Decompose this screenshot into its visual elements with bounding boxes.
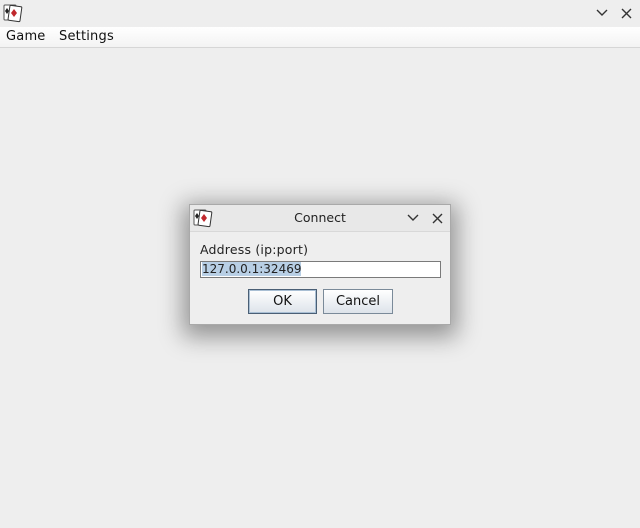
address-input[interactable]: 127.0.0.1:32469 [200,261,441,278]
menubar: Game Settings [0,27,640,48]
ok-button[interactable]: OK [248,289,317,314]
cancel-button[interactable]: Cancel [323,289,393,314]
close-button[interactable] [617,4,635,22]
chevron-down-icon [407,214,419,221]
close-icon [432,213,442,223]
chevron-down-icon [596,9,608,16]
dialog-close-button[interactable] [428,209,446,227]
address-input-value: 127.0.0.1:32469 [202,262,302,276]
menu-game[interactable]: Game [6,29,46,45]
dialog-titlebar[interactable]: Connect [190,205,450,232]
close-icon [621,8,631,18]
app-icon [3,3,23,23]
dialog-minimize-button[interactable] [404,209,422,227]
main-window: Game Settings Connect Address (ip:port) [0,0,640,528]
window-titlebar[interactable] [0,0,640,27]
address-label: Address (ip:port) [200,242,309,257]
minimize-button[interactable] [593,4,611,22]
connect-dialog: Connect Address (ip:port) 127.0.0.1:3246… [189,204,451,325]
menu-settings[interactable]: Settings [59,29,114,45]
